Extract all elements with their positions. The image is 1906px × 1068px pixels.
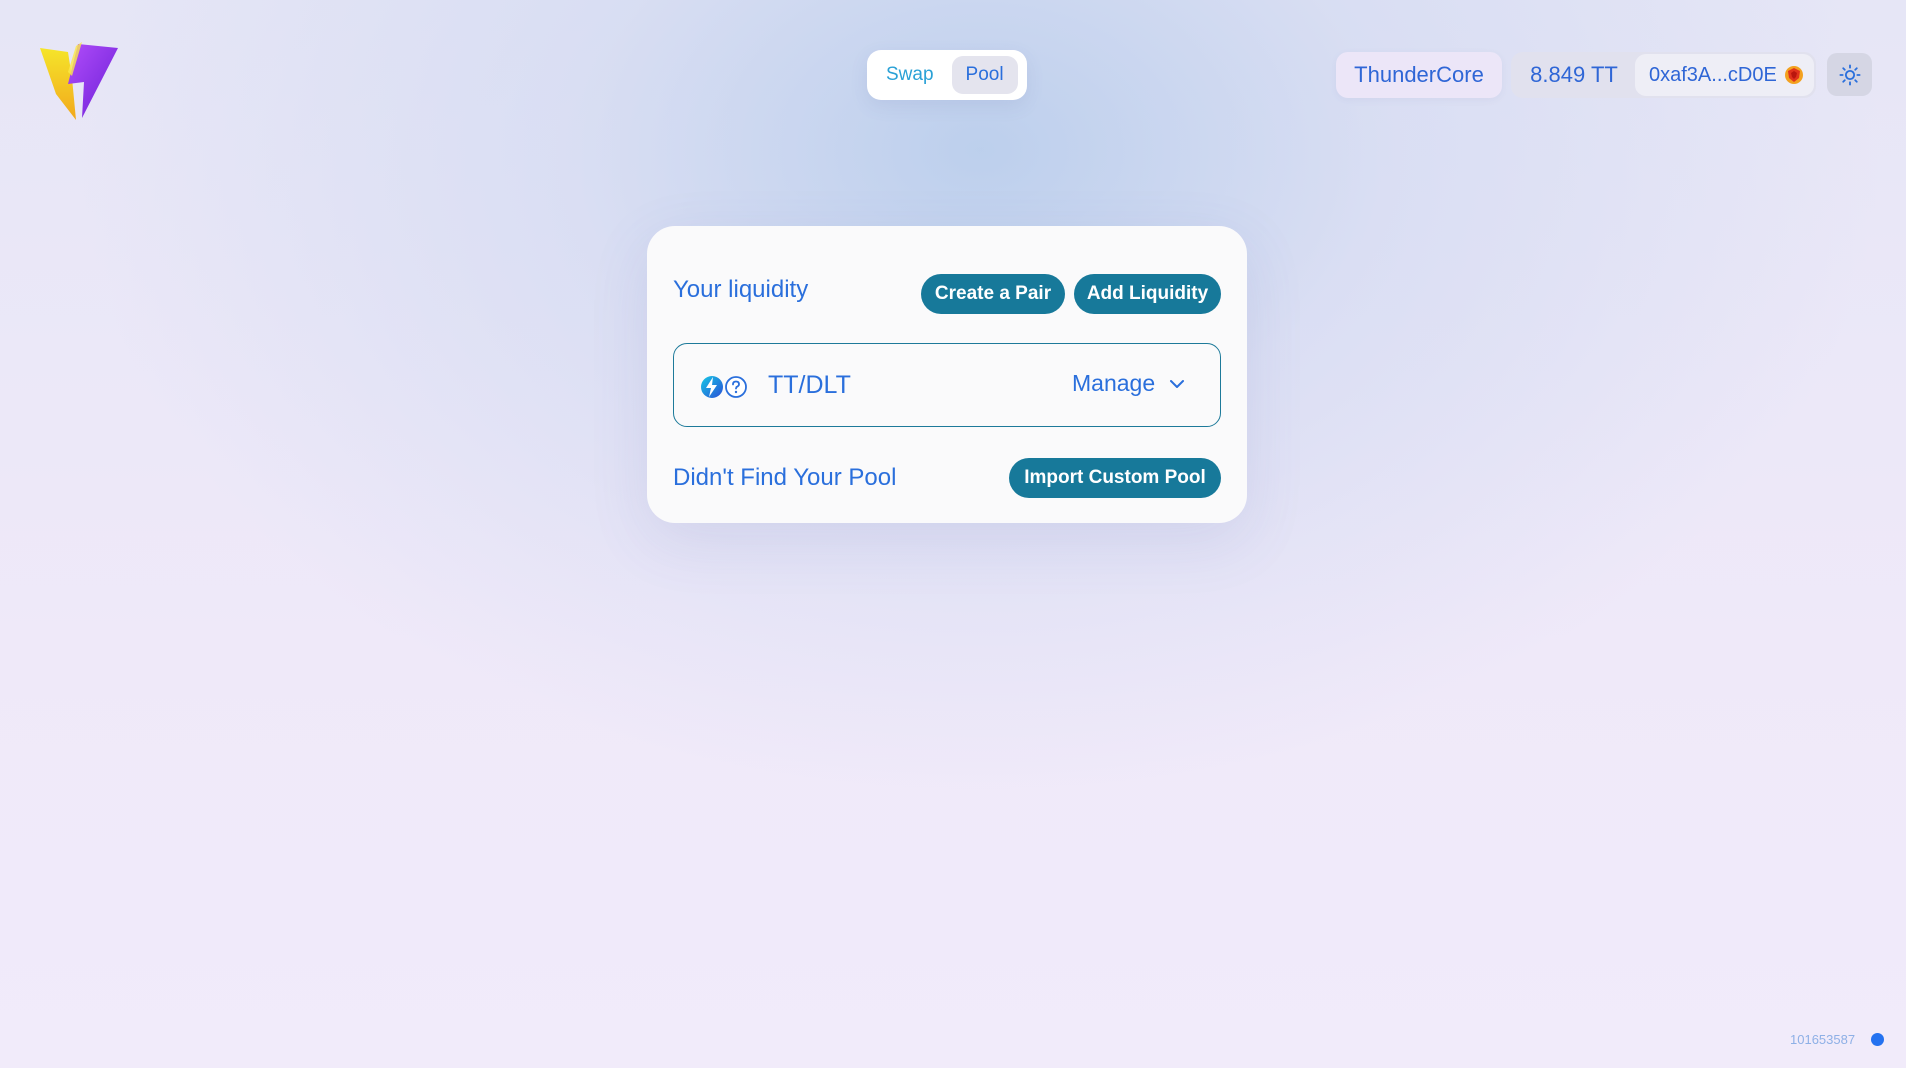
add-liquidity-button[interactable]: Add Liquidity	[1074, 274, 1221, 314]
pool-row[interactable]: TT/DLT Manage	[673, 343, 1221, 427]
unknown-token-icon	[725, 376, 747, 398]
wallet-address-button[interactable]: 0xaf3A...cD0E	[1635, 54, 1814, 96]
manage-label: Manage	[1072, 370, 1156, 396]
network-selector[interactable]: ThunderCore	[1336, 52, 1502, 98]
app-logo-icon[interactable]	[38, 38, 120, 120]
sun-icon	[1838, 63, 1861, 86]
network-label: ThunderCore	[1354, 62, 1484, 87]
pair-token-icons	[700, 374, 750, 400]
status-dot-icon	[1871, 1033, 1884, 1046]
liquidity-card: Your liquidity Create a Pair Add Liquidi…	[647, 226, 1247, 523]
theme-toggle-button[interactable]	[1827, 53, 1872, 96]
card-title: Your liquidity	[673, 276, 809, 303]
didnt-find-pool-text: Didn't Find Your Pool	[673, 464, 897, 491]
wallet-avatar-icon	[1784, 65, 1804, 85]
wallet-address: 0xaf3A...cD0E	[1649, 63, 1777, 86]
nav-tabs: Swap Pool	[867, 50, 1027, 100]
tab-pool[interactable]: Pool	[951, 56, 1018, 94]
account-panel[interactable]: 8.849 TT 0xaf3A...cD0E	[1511, 52, 1816, 98]
chevron-down-icon	[1170, 379, 1185, 388]
pool-pair-label: TT/DLT	[768, 371, 851, 399]
balance-text: 8.849 TT	[1530, 62, 1618, 87]
create-pair-button[interactable]: Create a Pair	[921, 274, 1065, 314]
block-number[interactable]: 101653587	[1790, 1032, 1855, 1047]
manage-button[interactable]: Manage	[1072, 372, 1185, 395]
import-custom-pool-button[interactable]: Import Custom Pool	[1009, 458, 1221, 498]
tt-token-icon	[701, 376, 723, 398]
tab-swap[interactable]: Swap	[872, 56, 948, 94]
